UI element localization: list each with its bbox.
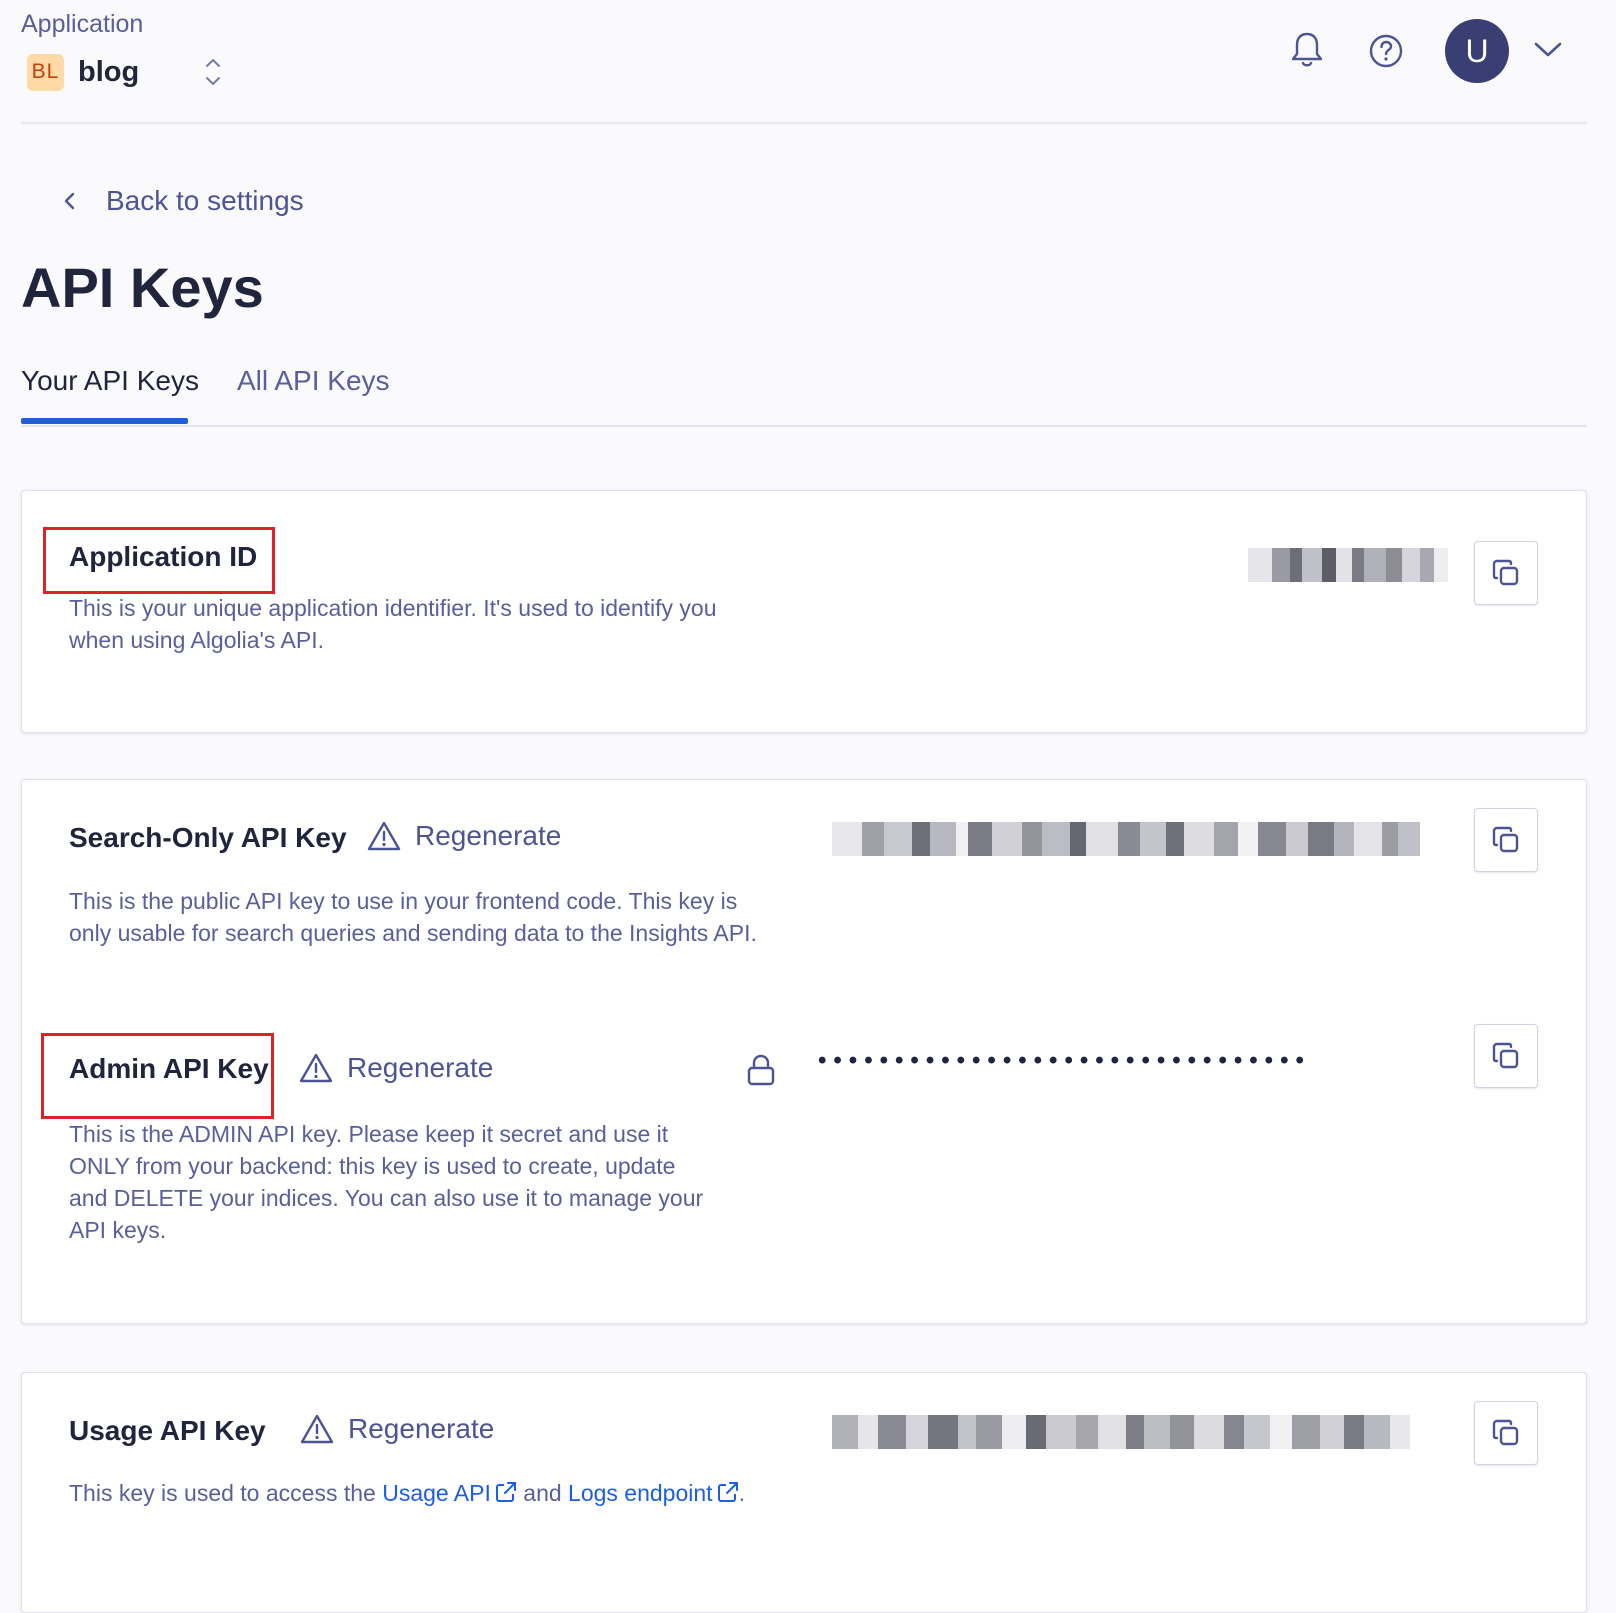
back-label: Back to settings	[106, 185, 304, 216]
application-id-value	[1248, 548, 1448, 582]
warning-icon	[367, 821, 401, 851]
copy-icon	[1492, 1042, 1519, 1069]
copy-search-key-button[interactable]	[1474, 808, 1538, 872]
logs-endpoint-link[interactable]: Logs endpoint	[568, 1480, 739, 1506]
back-to-settings-link[interactable]: Back to settings	[60, 185, 304, 217]
usage-key-title: Usage API Key	[69, 1415, 266, 1446]
lock-icon[interactable]	[746, 1053, 776, 1087]
usage-desc-suffix: .	[738, 1480, 745, 1506]
help-icon[interactable]	[1368, 33, 1404, 69]
copy-icon	[1492, 826, 1519, 853]
usage-desc-prefix: This key is used to access the	[69, 1480, 376, 1506]
regenerate-label: Regenerate	[415, 820, 562, 851]
copy-icon	[1492, 559, 1519, 586]
admin-key-description: This is the ADMIN API key. Please keep i…	[69, 1121, 704, 1243]
external-link-icon	[717, 1482, 738, 1502]
admin-key-masked-value: ••••••••••••••••••••••••••••••••	[818, 1047, 1311, 1074]
warning-icon	[299, 1053, 333, 1083]
regenerate-label: Regenerate	[347, 1052, 494, 1083]
tabs: Your API Keys All API Keys	[21, 350, 1587, 427]
regenerate-search-key-button[interactable]: Regenerate	[367, 820, 561, 852]
usage-key-description: This key is used to access the Usage API…	[69, 1477, 969, 1509]
copy-admin-key-button[interactable]	[1474, 1024, 1538, 1088]
bell-icon[interactable]	[1289, 30, 1325, 70]
app-badge: BL	[27, 53, 64, 91]
regenerate-usage-key-button[interactable]: Regenerate	[300, 1413, 494, 1445]
usage-api-link-label: Usage API	[382, 1480, 491, 1506]
app-name: blog	[78, 55, 140, 88]
warning-icon	[300, 1414, 334, 1444]
application-id-description: This is your unique application identifi…	[69, 595, 717, 653]
usage-key-value	[832, 1415, 1450, 1449]
page: Application BL blog U Back to settings A…	[0, 0, 1616, 1613]
search-key-value	[832, 822, 1450, 856]
top-header: Application BL blog	[21, 0, 1587, 124]
application-id-card: Application ID This is your unique appli…	[21, 490, 1587, 733]
regenerate-admin-key-button[interactable]: Regenerate	[299, 1052, 493, 1084]
tab-all-api-keys[interactable]: All API Keys	[237, 365, 390, 397]
search-key-description: This is the public API key to use in you…	[69, 888, 757, 946]
usage-desc-middle: and	[523, 1480, 562, 1506]
usage-api-link[interactable]: Usage API	[382, 1480, 517, 1506]
tab-your-api-keys[interactable]: Your API Keys	[21, 365, 199, 397]
page-title: API Keys	[21, 256, 264, 319]
app-switcher[interactable]: BL blog	[27, 52, 223, 92]
user-avatar[interactable]: U	[1445, 19, 1509, 83]
search-key-title: Search-Only API Key	[69, 822, 347, 853]
chevron-updown-icon	[206, 59, 221, 85]
copy-icon	[1492, 1419, 1519, 1446]
api-keys-card: Search-Only API Key Regenerate This is t…	[21, 779, 1587, 1324]
logs-endpoint-link-label: Logs endpoint	[568, 1480, 713, 1506]
usage-key-card: Usage API Key Regenerate This key is use…	[21, 1372, 1587, 1613]
chevron-down-icon[interactable]	[1533, 40, 1563, 60]
copy-usage-key-button[interactable]	[1474, 1401, 1538, 1465]
regenerate-label: Regenerate	[348, 1413, 495, 1444]
app-label: Application	[21, 10, 144, 38]
admin-key-title: Admin API Key	[69, 1053, 269, 1084]
external-link-icon	[495, 1482, 516, 1502]
active-tab-indicator	[21, 418, 188, 424]
chevron-left-icon	[64, 192, 75, 210]
application-id-title: Application ID	[69, 541, 258, 572]
copy-application-id-button[interactable]	[1474, 541, 1538, 605]
